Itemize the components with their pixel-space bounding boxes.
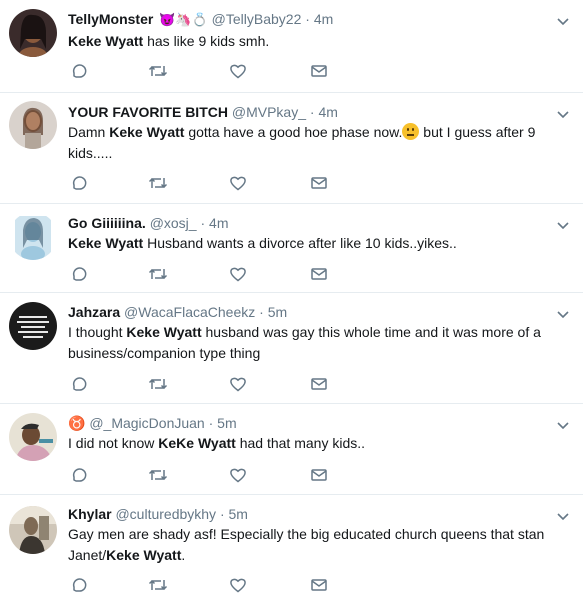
reply-icon[interactable] bbox=[70, 466, 90, 484]
separator-dot: · bbox=[309, 104, 315, 120]
display-name[interactable]: TellyMonster bbox=[68, 11, 153, 27]
tweet-header: Jahzara @WacaFlacaCheekz · 5m bbox=[68, 303, 287, 321]
tweet-actions bbox=[70, 265, 330, 283]
mail-icon[interactable] bbox=[310, 576, 330, 594]
handle[interactable]: @TellyBaby22 bbox=[212, 11, 302, 27]
timestamp[interactable]: 5m bbox=[217, 415, 236, 431]
mention-keke: Keke Wyatt bbox=[68, 235, 144, 251]
chevron-down-icon[interactable] bbox=[557, 418, 569, 430]
display-name[interactable]: YOUR FAVORITE BITCH bbox=[68, 104, 228, 120]
handle[interactable]: @WacaFlacaCheekz bbox=[124, 304, 255, 320]
reply-icon[interactable] bbox=[70, 576, 90, 594]
handle[interactable]: @culturedbykhy bbox=[115, 506, 216, 522]
tweet[interactable]: Jahzara @WacaFlacaCheekz · 5m I thought … bbox=[0, 293, 583, 404]
tweet[interactable]: Go Giiiiiina. @xosj_ · 4m Keke Wyatt Hus… bbox=[0, 204, 583, 293]
tweet-header: ♉ @_MagicDonJuan · 5m bbox=[68, 414, 237, 432]
mail-icon[interactable] bbox=[310, 174, 330, 192]
tweet-actions bbox=[70, 174, 330, 192]
tweet-text: I thought Keke Wyatt husband was gay thi… bbox=[68, 324, 541, 361]
tweet[interactable]: YOUR FAVORITE BITCH @MVPkay_ · 4m Damn K… bbox=[0, 93, 583, 204]
display-name[interactable]: Go Giiiiiina. bbox=[68, 215, 146, 231]
mention-keke: Keke Wyatt bbox=[109, 124, 185, 140]
handle[interactable]: @xosj_ bbox=[150, 215, 197, 231]
reply-icon[interactable] bbox=[70, 375, 90, 393]
timestamp[interactable]: 5m bbox=[268, 304, 287, 320]
tweet-text: Keke Wyatt Husband wants a divorce after… bbox=[68, 235, 457, 251]
avatar[interactable] bbox=[9, 212, 57, 260]
tweet-actions bbox=[70, 466, 330, 484]
avatar[interactable] bbox=[9, 506, 57, 554]
tweet-header: Khylar @culturedbykhy · 5m bbox=[68, 505, 248, 523]
avatar[interactable] bbox=[9, 302, 57, 350]
separator-dot: · bbox=[219, 506, 225, 522]
reply-icon[interactable] bbox=[70, 62, 90, 80]
reply-icon[interactable] bbox=[70, 265, 90, 283]
chevron-down-icon[interactable] bbox=[557, 509, 569, 521]
mention-keke: Keke Wyatt bbox=[106, 547, 182, 563]
separator-dot: · bbox=[259, 304, 264, 320]
handle[interactable]: @MVPkay_ bbox=[232, 104, 306, 120]
tweet-text: Damn Keke Wyatt gotta have a good hoe ph… bbox=[68, 123, 536, 161]
retweet-icon[interactable] bbox=[148, 62, 168, 80]
tweet-header: TellyMonster 😈🦄💍 @TellyBaby22 · 4m bbox=[68, 10, 333, 29]
chevron-down-icon[interactable] bbox=[557, 107, 569, 119]
reply-icon[interactable] bbox=[70, 174, 90, 192]
heart-icon[interactable] bbox=[229, 62, 249, 80]
retweet-icon[interactable] bbox=[148, 265, 168, 283]
tweet-text: I did not know KeKe Wyatt had that many … bbox=[68, 435, 366, 451]
chevron-down-icon[interactable] bbox=[557, 14, 569, 26]
mail-icon[interactable] bbox=[310, 62, 330, 80]
timestamp[interactable]: 4m bbox=[318, 104, 337, 120]
tweet[interactable]: ♉ @_MagicDonJuan · 5m I did not know KeK… bbox=[0, 404, 583, 495]
name-emoji: 😈🦄💍 bbox=[159, 12, 208, 27]
tweet-actions bbox=[70, 576, 330, 594]
tweet[interactable]: Khylar @culturedbykhy · 5m Gay men are s… bbox=[0, 495, 583, 605]
retweet-icon[interactable] bbox=[148, 375, 168, 393]
tweet-actions bbox=[70, 62, 330, 80]
heart-icon[interactable] bbox=[229, 265, 249, 283]
heart-icon[interactable] bbox=[229, 466, 249, 484]
tweet[interactable]: TellyMonster 😈🦄💍 @TellyBaby22 · 4m Keke … bbox=[0, 0, 583, 93]
heart-icon[interactable] bbox=[229, 375, 249, 393]
timestamp[interactable]: 4m bbox=[314, 11, 333, 27]
avatar[interactable] bbox=[9, 101, 57, 149]
timestamp[interactable]: 4m bbox=[209, 215, 228, 231]
retweet-icon[interactable] bbox=[148, 174, 168, 192]
retweet-icon[interactable] bbox=[148, 576, 168, 594]
confused-face-icon bbox=[402, 123, 420, 140]
tweet-feed: TellyMonster 😈🦄💍 @TellyBaby22 · 4m Keke … bbox=[0, 0, 583, 605]
tweet-header: Go Giiiiiina. @xosj_ · 4m bbox=[68, 214, 229, 232]
avatar[interactable] bbox=[9, 413, 57, 461]
heart-icon[interactable] bbox=[229, 576, 249, 594]
tweet-text: Gay men are shady asf! Especially the bi… bbox=[68, 526, 545, 563]
mail-icon[interactable] bbox=[310, 265, 330, 283]
heart-icon[interactable] bbox=[229, 174, 249, 192]
separator-dot: · bbox=[208, 415, 214, 431]
avatar[interactable] bbox=[9, 9, 57, 57]
retweet-icon[interactable] bbox=[148, 466, 168, 484]
tweet-text: Keke Wyatt has like 9 kids smh. bbox=[68, 33, 270, 49]
mention-keke: KeKe Wyatt bbox=[158, 435, 236, 451]
timestamp[interactable]: 5m bbox=[229, 506, 248, 522]
display-name[interactable]: ♉ bbox=[68, 415, 85, 431]
chevron-down-icon[interactable] bbox=[557, 307, 569, 319]
tweet-header: YOUR FAVORITE BITCH @MVPkay_ · 4m bbox=[68, 103, 338, 121]
display-name[interactable]: Khylar bbox=[68, 506, 112, 522]
tweet-actions bbox=[70, 375, 330, 393]
mail-icon[interactable] bbox=[310, 466, 330, 484]
mail-icon[interactable] bbox=[310, 375, 330, 393]
separator-dot: · bbox=[200, 215, 206, 231]
mention-keke: Keke Wyatt bbox=[126, 324, 202, 340]
display-name[interactable]: Jahzara bbox=[68, 304, 120, 320]
handle[interactable]: @_MagicDonJuan bbox=[89, 415, 204, 431]
separator-dot: · bbox=[305, 11, 310, 27]
mention-keke: Keke Wyatt bbox=[68, 33, 144, 49]
chevron-down-icon[interactable] bbox=[557, 218, 569, 230]
